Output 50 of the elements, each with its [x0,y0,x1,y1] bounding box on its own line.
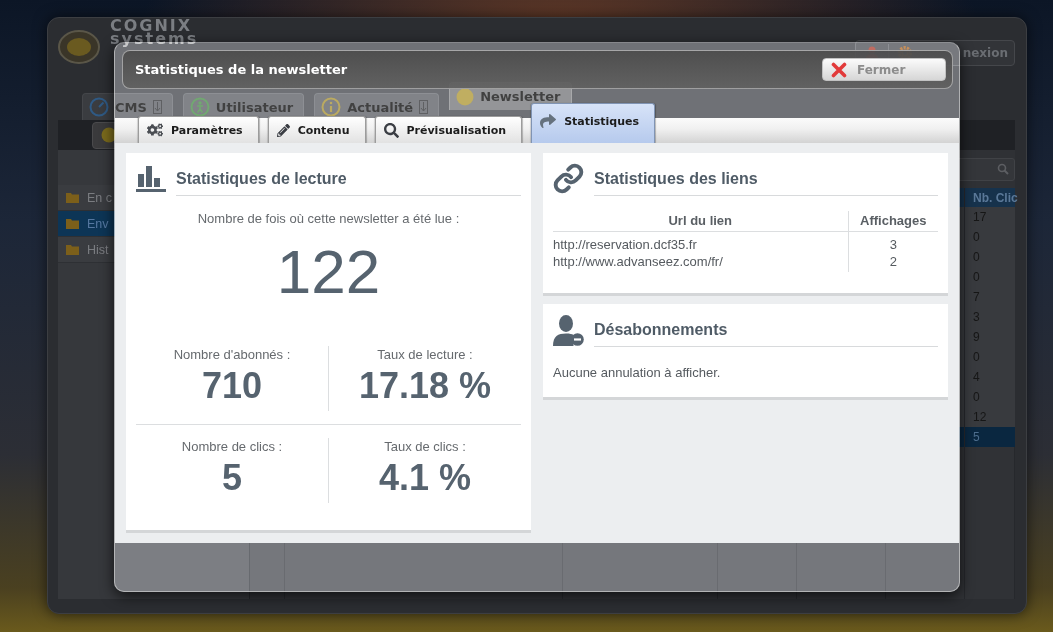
metric-label: Taux de lecture : [377,346,473,364]
metric-value: 710 [201,366,263,406]
logo-text: COGNIX [110,19,193,32]
empty-message: Aucune annulation à afficher. [553,364,722,382]
gears-icon [147,122,163,138]
table-cell: http://www.advanseez.com/fr/ [553,251,848,272]
user-minus-icon [553,315,584,346]
info-icon [321,97,342,117]
reads-label: Nombre de fois où cette newsletter a été lue : [196,210,461,228]
chain-link-icon [553,163,584,194]
metric-value: 17.18 % [358,366,492,406]
table-cell-text: 5 [972,429,981,446]
metric-label: Nombre de clics : [181,438,283,456]
metric-value: 4.1 % [378,458,472,498]
table-cell: 2 [848,251,938,272]
card-title: Désabonnements [594,314,938,347]
table-cell: 3 [848,231,938,252]
person-icon [189,97,210,117]
tab[interactable]: Prévisualisation [374,116,523,143]
dialog-title: Statistiques de la newsletter [135,62,348,77]
close-icon [831,61,847,78]
folder-icon [66,192,79,203]
tab[interactable]: Contenu [267,116,366,143]
gauge-icon [89,97,109,117]
tab[interactable]: Statistiques [531,103,656,143]
circle-icon [101,127,117,143]
search-icon [383,122,399,138]
search-icon [997,163,1009,175]
folder-icon [66,244,79,255]
column-header: Affichages [848,211,938,231]
close-button[interactable]: Fermer [822,58,946,81]
metric-label: Nombre d'abonnés : [173,346,291,364]
pencil-icon [276,123,290,137]
down-arrow-icon [419,100,429,114]
card-title: Statistiques des liens [594,163,938,196]
column-header: Url du lien [553,211,848,231]
down-arrow-icon [152,100,162,114]
reads-count: 122 [275,236,382,308]
column-header: Nb. Clic [972,189,1015,207]
metric-label: Taux de clics : [384,438,466,456]
bar-chart-icon [136,164,166,192]
metric-value: 5 [222,458,242,498]
logo-icon [58,30,100,64]
folder-icon [66,218,79,229]
card-title: Statistiques de lecture [176,163,521,196]
share-arrow-icon [540,113,557,129]
circle-icon [456,87,475,106]
app-tab[interactable]: CMS [82,93,173,120]
tab[interactable]: Paramètres [138,116,259,143]
table-cell: http://reservation.dcf35.fr [553,231,848,252]
